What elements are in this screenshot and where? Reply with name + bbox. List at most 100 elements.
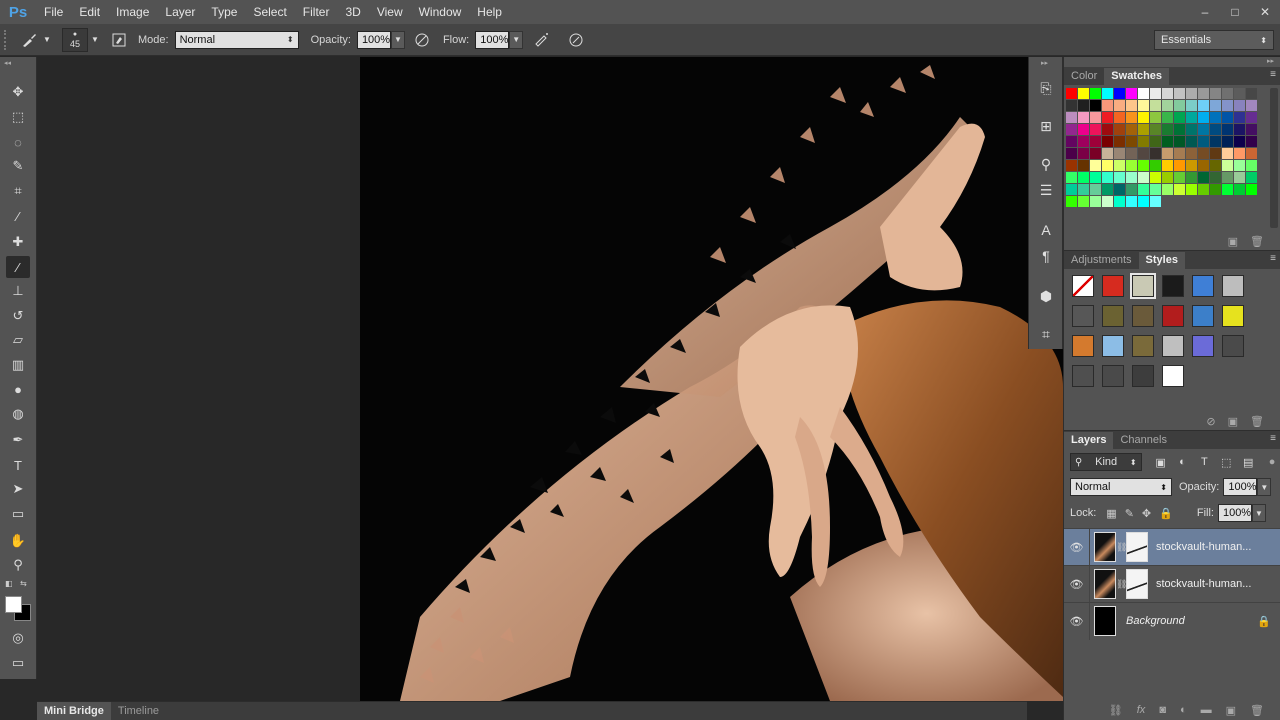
- swatch[interactable]: [1114, 88, 1125, 99]
- swatch[interactable]: [1090, 88, 1101, 99]
- swatch[interactable]: [1234, 112, 1245, 123]
- swatch[interactable]: [1174, 148, 1185, 159]
- swatch[interactable]: [1210, 184, 1221, 195]
- swatch[interactable]: [1126, 136, 1137, 147]
- trash-icon[interactable]: 🗑: [1250, 235, 1264, 248]
- swatch[interactable]: [1066, 100, 1077, 111]
- swatch[interactable]: [1090, 160, 1101, 171]
- swatch[interactable]: [1198, 172, 1209, 183]
- swatch[interactable]: [1210, 88, 1221, 99]
- swatch[interactable]: [1198, 112, 1209, 123]
- style-preset[interactable]: [1102, 365, 1124, 387]
- swatch[interactable]: [1078, 196, 1089, 207]
- swatch[interactable]: [1246, 172, 1257, 183]
- tool-presets-panel-icon[interactable]: ⌗: [1035, 323, 1057, 345]
- swatch[interactable]: [1186, 172, 1197, 183]
- swatch[interactable]: [1186, 112, 1197, 123]
- menu-help[interactable]: Help: [469, 0, 510, 24]
- swatch[interactable]: [1186, 136, 1197, 147]
- swatch[interactable]: [1210, 112, 1221, 123]
- lock-all-icon[interactable]: 🔒: [1159, 507, 1173, 520]
- layer-mask-thumbnail[interactable]: [1126, 569, 1148, 599]
- swatch[interactable]: [1246, 112, 1257, 123]
- brush-panel-icon[interactable]: ⚲: [1035, 153, 1057, 175]
- screen-mode-icon[interactable]: ▭: [6, 652, 30, 674]
- airbrush-icon[interactable]: [531, 29, 553, 51]
- properties-panel-icon[interactable]: ⊞: [1035, 115, 1057, 137]
- swatch[interactable]: [1222, 184, 1233, 195]
- swatch[interactable]: [1234, 100, 1245, 111]
- blend-mode-select[interactable]: Normal ⬍: [1070, 478, 1172, 496]
- swatch[interactable]: [1114, 184, 1125, 195]
- healing-brush-tool[interactable]: ✚: [6, 231, 30, 253]
- swatch[interactable]: [1102, 112, 1113, 123]
- tab-color[interactable]: Color: [1064, 68, 1104, 85]
- swatch[interactable]: [1198, 100, 1209, 111]
- swatch[interactable]: [1078, 184, 1089, 195]
- menu-3d[interactable]: 3D: [337, 0, 368, 24]
- brush-panel-toggle-icon[interactable]: [108, 29, 130, 51]
- swatch[interactable]: [1126, 172, 1137, 183]
- swatches-scrollbar[interactable]: [1270, 88, 1278, 228]
- swatch[interactable]: [1150, 196, 1161, 207]
- swatch[interactable]: [1246, 184, 1257, 195]
- visibility-eye-icon[interactable]: 👁: [1064, 565, 1090, 603]
- swatch[interactable]: [1102, 184, 1113, 195]
- panel-menu-icon[interactable]: ≡: [1270, 69, 1276, 80]
- swatch[interactable]: [1102, 160, 1113, 171]
- swap-colors-icon[interactable]: ⇆: [20, 579, 27, 588]
- swatch[interactable]: [1090, 124, 1101, 135]
- style-preset[interactable]: [1192, 335, 1214, 357]
- foreground-color-swatch[interactable]: [5, 596, 22, 613]
- swatch[interactable]: [1162, 112, 1173, 123]
- tab-channels[interactable]: Channels: [1113, 432, 1173, 449]
- style-preset[interactable]: [1102, 335, 1124, 357]
- swatch[interactable]: [1162, 148, 1173, 159]
- swatch[interactable]: [1138, 172, 1149, 183]
- swatch[interactable]: [1150, 88, 1161, 99]
- swatch[interactable]: [1162, 172, 1173, 183]
- swatch[interactable]: [1174, 88, 1185, 99]
- swatch[interactable]: [1210, 124, 1221, 135]
- strip-collapse-icon[interactable]: ▸▸: [1041, 59, 1048, 67]
- swatch[interactable]: [1066, 136, 1077, 147]
- swatch[interactable]: [1246, 160, 1257, 171]
- style-preset[interactable]: [1222, 275, 1244, 297]
- swatch[interactable]: [1210, 160, 1221, 171]
- menu-type[interactable]: Type: [203, 0, 245, 24]
- swatch[interactable]: [1174, 124, 1185, 135]
- layer-row[interactable]: 👁 ⛓ stockvault-human...: [1064, 565, 1280, 603]
- swatch[interactable]: [1102, 196, 1113, 207]
- swatch[interactable]: [1138, 136, 1149, 147]
- style-preset[interactable]: [1072, 305, 1094, 327]
- layer-row[interactable]: 👁 Background 🔒: [1064, 602, 1280, 640]
- swatch[interactable]: [1246, 148, 1257, 159]
- swatch[interactable]: [1234, 136, 1245, 147]
- mask-link-icon[interactable]: ⛓: [1116, 579, 1127, 590]
- swatch[interactable]: [1114, 136, 1125, 147]
- hand-tool[interactable]: ✋: [6, 530, 30, 552]
- menu-filter[interactable]: Filter: [295, 0, 338, 24]
- swatch[interactable]: [1210, 100, 1221, 111]
- swatch[interactable]: [1138, 88, 1149, 99]
- style-preset[interactable]: [1222, 305, 1244, 327]
- eraser-tool[interactable]: ▱: [6, 329, 30, 351]
- swatch[interactable]: [1126, 112, 1137, 123]
- swatch[interactable]: [1066, 88, 1077, 99]
- swatch[interactable]: [1234, 88, 1245, 99]
- type-tool[interactable]: T: [6, 454, 30, 476]
- style-preset[interactable]: [1162, 275, 1184, 297]
- swatch[interactable]: [1174, 112, 1185, 123]
- swatch[interactable]: [1078, 100, 1089, 111]
- swatch[interactable]: [1174, 184, 1185, 195]
- marquee-tool[interactable]: ⬚: [6, 106, 30, 128]
- swatch[interactable]: [1114, 160, 1125, 171]
- swatch[interactable]: [1138, 184, 1149, 195]
- menu-file[interactable]: File: [36, 0, 71, 24]
- filter-toggle-icon[interactable]: ●: [1263, 453, 1280, 471]
- swatch[interactable]: [1174, 160, 1185, 171]
- zoom-tool[interactable]: ⚲: [6, 554, 30, 576]
- swatch[interactable]: [1102, 88, 1113, 99]
- swatch[interactable]: [1150, 160, 1161, 171]
- gradient-tool[interactable]: ▥: [6, 354, 30, 376]
